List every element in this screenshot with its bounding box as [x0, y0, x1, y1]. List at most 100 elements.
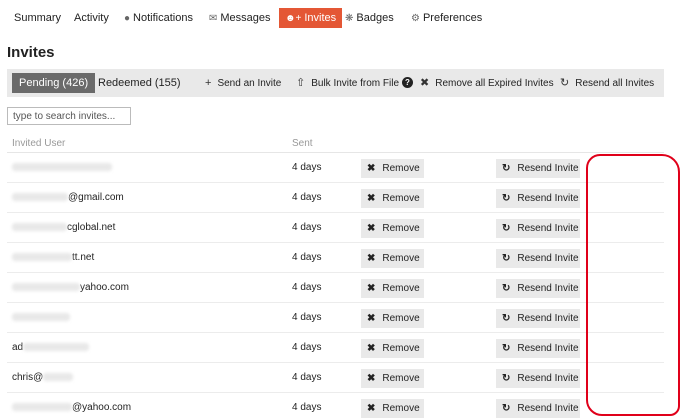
sent-value: 4 days — [292, 312, 322, 323]
remove-button[interactable]: ✖ Remove — [361, 279, 424, 298]
resend-label: Resend Invite — [517, 283, 579, 294]
invited-user-text: yahoo.com — [80, 282, 129, 293]
table-row: @yahoo.com 4 days ✖ Remove ↻ Resend Invite — [7, 393, 664, 419]
send-invite-button[interactable]: + Send an Invite — [205, 69, 281, 97]
refresh-icon: ↻ — [502, 253, 511, 264]
invited-user: ad — [12, 342, 90, 353]
remove-label: Remove — [382, 403, 420, 414]
x-icon: ✖ — [367, 163, 376, 174]
redacted-text — [12, 163, 112, 172]
remove-expired-button[interactable]: ✖ Remove all Expired Invites — [420, 69, 554, 97]
resend-label: Resend Invite — [517, 403, 579, 414]
nav-badges-label: Badges — [356, 12, 394, 24]
invited-user: yahoo.com — [12, 282, 129, 293]
nav-summary-label: Summary — [14, 12, 62, 24]
nav-activity-label: Activity — [74, 12, 109, 24]
resend-invite-button[interactable]: ↻ Resend Invite — [496, 159, 580, 178]
resend-invite-button[interactable]: ↻ Resend Invite — [496, 249, 580, 268]
resend-invite-button[interactable]: ↻ Resend Invite — [496, 309, 580, 328]
tab-redeemed[interactable]: Redeemed (155) — [98, 69, 181, 97]
resend-invite-button[interactable]: ↻ Resend Invite — [496, 339, 580, 358]
remove-expired-label: Remove all Expired Invites — [435, 78, 554, 89]
resend-label: Resend Invite — [517, 343, 579, 354]
remove-button[interactable]: ✖ Remove — [361, 189, 424, 208]
invited-user: tt.net — [12, 252, 94, 263]
nav-summary[interactable]: Summary — [14, 8, 61, 28]
nav-invites[interactable]: ☻+ Invites — [279, 8, 343, 28]
question-icon: ? — [402, 77, 413, 88]
nav-invites-label: Invites — [304, 12, 337, 24]
x-icon: ✖ — [367, 253, 376, 264]
remove-button[interactable]: ✖ Remove — [361, 369, 424, 388]
table-row: chris@ 4 days ✖ Remove ↻ Resend Invite — [7, 363, 664, 393]
sent-value: 4 days — [292, 372, 322, 383]
invited-user — [12, 162, 112, 173]
bulk-invite-help[interactable]: ? — [402, 69, 413, 97]
redacted-text — [12, 403, 72, 412]
resend-invite-button[interactable]: ↻ Resend Invite — [496, 219, 580, 238]
x-icon: ✖ — [367, 343, 376, 354]
invited-user — [12, 312, 70, 323]
remove-button[interactable]: ✖ Remove — [361, 399, 424, 418]
user-nav: Summary Activity ● Notifications ✉ Message… — [0, 0, 690, 36]
remove-label: Remove — [382, 343, 420, 354]
nav-notifications[interactable]: ● Notifications — [124, 8, 193, 28]
x-icon: ✖ — [367, 313, 376, 324]
nav-badges[interactable]: ❋ Badges — [345, 8, 394, 28]
sent-value: 4 days — [292, 282, 322, 293]
remove-label: Remove — [382, 373, 420, 384]
tab-pending[interactable]: Pending (426) — [12, 73, 96, 93]
remove-button[interactable]: ✖ Remove — [361, 339, 424, 358]
remove-label: Remove — [382, 313, 420, 324]
remove-label: Remove — [382, 223, 420, 234]
x-icon: ✖ — [367, 223, 376, 234]
redacted-text — [12, 283, 80, 292]
user-plus-icon: ☻+ — [285, 13, 302, 24]
table-row: 4 days ✖ Remove ↻ Resend Invite — [7, 303, 664, 333]
table-row: ad 4 days ✖ Remove ↻ Resend Invite — [7, 333, 664, 363]
nav-activity[interactable]: Activity — [74, 8, 109, 28]
invited-user: cglobal.net — [12, 222, 115, 233]
nav-preferences-label: Preferences — [422, 12, 483, 24]
x-icon: ✖ — [367, 373, 376, 384]
nav-preferences[interactable]: ⚙ Preferences — [411, 8, 482, 28]
invited-user-text: tt.net — [72, 252, 95, 263]
bulk-invite-button[interactable]: ⇧ Bulk Invite from File — [296, 69, 399, 97]
invited-user: chris@ — [12, 372, 74, 383]
redacted-text — [12, 223, 67, 232]
invited-user-text: ad — [12, 342, 24, 353]
invited-user-text: @gmail.com — [68, 192, 124, 203]
resend-label: Resend Invite — [517, 373, 579, 384]
refresh-icon: ↻ — [502, 223, 511, 234]
remove-button[interactable]: ✖ Remove — [361, 159, 424, 178]
remove-label: Remove — [382, 283, 420, 294]
resend-invite-button[interactable]: ↻ Resend Invite — [496, 399, 580, 418]
nav-messages[interactable]: ✉ Messages — [209, 8, 271, 28]
table-row: 4 days ✖ Remove ↻ Resend Invite — [7, 153, 664, 183]
refresh-icon: ↻ — [502, 373, 511, 384]
gear-badge-icon: ❋ — [345, 13, 354, 24]
x-icon: ✖ — [367, 403, 376, 414]
remove-label: Remove — [382, 253, 420, 264]
invited-user-text: chris@ — [12, 372, 44, 383]
sent-value: 4 days — [292, 162, 322, 173]
remove-button[interactable]: ✖ Remove — [361, 219, 424, 238]
redacted-text — [12, 313, 70, 322]
refresh-icon: ↻ — [560, 77, 570, 89]
remove-button[interactable]: ✖ Remove — [361, 309, 424, 328]
resend-invite-button[interactable]: ↻ Resend Invite — [496, 279, 580, 298]
x-icon: ✖ — [420, 77, 430, 89]
search-invites-input[interactable] — [7, 107, 131, 125]
resend-label: Resend Invite — [517, 253, 579, 264]
x-icon: ✖ — [367, 193, 376, 204]
sent-value: 4 days — [292, 222, 322, 233]
remove-button[interactable]: ✖ Remove — [361, 249, 424, 268]
resend-invite-button[interactable]: ↻ Resend Invite — [496, 369, 580, 388]
table-row: cglobal.net 4 days ✖ Remove ↻ Resend Invit… — [7, 213, 664, 243]
sent-value: 4 days — [292, 402, 322, 413]
resend-all-button[interactable]: ↻ Resend all Invites — [560, 69, 654, 97]
refresh-icon: ↻ — [502, 163, 511, 174]
resend-invite-button[interactable]: ↻ Resend Invite — [496, 189, 580, 208]
bulk-invite-label: Bulk Invite from File — [311, 78, 400, 89]
invited-user-text: @yahoo.com — [72, 402, 132, 413]
